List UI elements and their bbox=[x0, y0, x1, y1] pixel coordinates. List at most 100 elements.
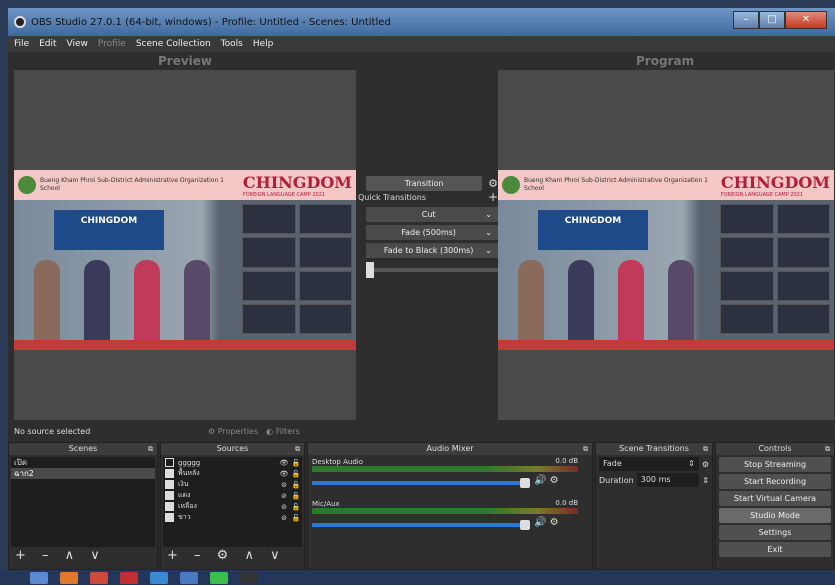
video-tile bbox=[242, 237, 296, 268]
quick-transition-fade[interactable]: Fade (500ms) ⌄ bbox=[366, 225, 498, 240]
chrome-icon[interactable] bbox=[90, 571, 108, 584]
maximize-button[interactable]: □ bbox=[759, 11, 785, 29]
explorer-icon[interactable] bbox=[30, 571, 48, 584]
scenes-footer-buttons[interactable]: + – ∧ ∨ bbox=[15, 548, 106, 563]
sources-footer-buttons[interactable]: + – ⚙ ∧ ∨ bbox=[167, 548, 286, 563]
start-virtual-camera-button[interactable]: Start Virtual Camera bbox=[719, 491, 831, 506]
speaker-icon[interactable]: 🔊 ⚙ bbox=[534, 475, 559, 486]
speaker-icon[interactable]: 🔊 ⚙ bbox=[534, 517, 559, 528]
transition-label: Fade to Black (300ms) bbox=[383, 246, 474, 255]
lock-icon[interactable]: 🔓 bbox=[290, 492, 302, 500]
dancer bbox=[184, 260, 210, 340]
stepper-icon[interactable]: ⇕ bbox=[702, 476, 709, 485]
menu-tools[interactable]: Tools bbox=[221, 39, 243, 49]
menu-view[interactable]: View bbox=[67, 39, 88, 49]
video-tile bbox=[298, 237, 352, 268]
close-button[interactable]: ✕ bbox=[785, 11, 827, 29]
eye-hidden-icon[interactable]: ⊘ bbox=[278, 514, 290, 522]
dock-pin-icon[interactable]: ⧉ bbox=[703, 443, 708, 455]
eye-hidden-icon[interactable]: ⊘ bbox=[278, 503, 290, 511]
dancer bbox=[618, 260, 644, 340]
lock-icon[interactable]: 🔓 bbox=[290, 459, 302, 467]
source-item[interactable]: ggggg 👁 🔓 bbox=[163, 457, 302, 468]
lock-icon[interactable]: 🔓 bbox=[290, 481, 302, 489]
obs-logo-icon bbox=[14, 16, 26, 28]
dock-title-label: Controls bbox=[758, 444, 792, 453]
source-toolbar: No source selected ⚙ Properties ◐ Filter… bbox=[8, 420, 835, 442]
duration-row: Duration 300 ms ⇕ bbox=[599, 473, 709, 487]
menu-profile[interactable]: Profile bbox=[98, 39, 126, 49]
program-canvas[interactable]: Bueng Kham Phroi Sub-District Administra… bbox=[498, 70, 834, 420]
eye-icon[interactable]: 👁 bbox=[278, 470, 290, 478]
quick-transition-cut[interactable]: Cut ⌄ bbox=[366, 207, 498, 222]
transition-button[interactable]: Transition bbox=[366, 175, 483, 191]
gear-icon[interactable]: ⚙ bbox=[488, 177, 498, 190]
stop-streaming-button[interactable]: Stop Streaming bbox=[719, 457, 831, 472]
quick-transitions-row: Quick Transitions + bbox=[358, 190, 498, 204]
obs-taskbar-icon[interactable] bbox=[240, 571, 258, 584]
quick-transition-fade-to-black[interactable]: Fade to Black (300ms) ⌄ bbox=[366, 243, 498, 258]
quick-transitions-label: Quick Transitions bbox=[358, 192, 427, 202]
add-transition-button[interactable]: + bbox=[488, 190, 498, 204]
scene-item[interactable]: ฉาก2 bbox=[11, 468, 155, 479]
scene-transitions-title: Scene Transitions ⧉ bbox=[596, 443, 712, 455]
menu-scene-collection[interactable]: Scene Collection bbox=[136, 39, 211, 49]
transition-slider[interactable] bbox=[366, 262, 498, 278]
menu-help[interactable]: Help bbox=[253, 39, 274, 49]
volume-handle[interactable] bbox=[520, 478, 530, 488]
lock-icon[interactable]: 🔓 bbox=[290, 503, 302, 511]
display-icon bbox=[165, 458, 174, 467]
filters-button[interactable]: ◐ Filters bbox=[266, 427, 300, 436]
record-icon[interactable] bbox=[120, 571, 138, 584]
settings-button[interactable]: Settings bbox=[719, 525, 831, 540]
source-item[interactable]: ขาว ⊘ 🔓 bbox=[163, 512, 302, 523]
transition-type-select[interactable]: Fade ⇕ bbox=[599, 457, 699, 471]
volume-handle[interactable] bbox=[520, 520, 530, 530]
app-icon[interactable] bbox=[180, 571, 198, 584]
eye-hidden-icon[interactable]: ⊘ bbox=[278, 481, 290, 489]
source-item[interactable]: แดง ⊘ 🔓 bbox=[163, 490, 302, 501]
dock-pin-icon[interactable]: ⧉ bbox=[295, 443, 300, 455]
lock-icon[interactable]: 🔓 bbox=[290, 470, 302, 478]
video-tile bbox=[242, 204, 296, 235]
source-item[interactable]: เงิน ⊘ 🔓 bbox=[163, 479, 302, 490]
menu-file[interactable]: File bbox=[14, 39, 29, 49]
volume-slider[interactable] bbox=[312, 481, 522, 485]
controls-title: Controls ⧉ bbox=[716, 443, 834, 455]
scene-banner: Bueng Kham Phroi Sub-District Administra… bbox=[14, 170, 356, 200]
transition-type-row: Fade ⇕ ⚙ bbox=[599, 457, 709, 471]
transition-panel: Transition ⚙ Quick Transitions + Cut ⌄ F… bbox=[358, 175, 498, 278]
scene-item[interactable]: เปิด bbox=[11, 457, 155, 468]
slider-handle[interactable] bbox=[366, 262, 374, 278]
dock-pin-icon[interactable]: ⧉ bbox=[148, 443, 153, 455]
duration-input[interactable]: 300 ms bbox=[636, 473, 700, 487]
menu-edit[interactable]: Edit bbox=[39, 39, 56, 49]
lock-icon[interactable]: 🔓 bbox=[290, 514, 302, 522]
source-name: พื้นหลัง bbox=[178, 469, 200, 477]
exit-button[interactable]: Exit bbox=[719, 542, 831, 557]
preview-canvas[interactable]: Bueng Kham Phroi Sub-District Administra… bbox=[14, 70, 356, 420]
volume-slider[interactable] bbox=[312, 523, 522, 527]
properties-button[interactable]: ⚙ Properties bbox=[208, 427, 258, 436]
line-icon[interactable] bbox=[210, 571, 228, 584]
preview-scene-image: Bueng Kham Phroi Sub-District Administra… bbox=[14, 170, 356, 350]
paint-icon[interactable] bbox=[150, 571, 168, 584]
start-recording-button[interactable]: Start Recording bbox=[719, 474, 831, 489]
minimize-button[interactable]: – bbox=[733, 11, 759, 29]
sources-dock: Sources ⧉ ggggg 👁 🔓 พื้นหลัง 👁 🔓 เงิน ⊘ 🔓 แดง ⊘ 🔓… bbox=[160, 442, 305, 570]
studio-mode-button[interactable]: Studio Mode bbox=[719, 508, 831, 523]
gear-icon[interactable]: ⚙ bbox=[702, 460, 709, 469]
video-tile bbox=[298, 270, 352, 301]
image-icon bbox=[165, 469, 174, 478]
media-player-icon[interactable] bbox=[60, 571, 78, 584]
audio-mixer-dock: Audio Mixer ⧉ Desktop Audio 0.0 dB 🔊 ⚙ Mi… bbox=[307, 442, 593, 570]
source-item[interactable]: พื้นหลัง 👁 🔓 bbox=[163, 468, 302, 479]
stage-screen: CHINGDOM bbox=[54, 210, 164, 250]
video-tile bbox=[298, 204, 352, 235]
eye-icon[interactable]: 👁 bbox=[278, 459, 290, 467]
dock-pin-icon[interactable]: ⧉ bbox=[583, 443, 588, 455]
eye-hidden-icon[interactable]: ⊘ bbox=[278, 492, 290, 500]
volume-meter bbox=[312, 508, 578, 514]
source-item[interactable]: เหลือง ⊘ 🔓 bbox=[163, 501, 302, 512]
dock-pin-icon[interactable]: ⧉ bbox=[825, 443, 830, 455]
